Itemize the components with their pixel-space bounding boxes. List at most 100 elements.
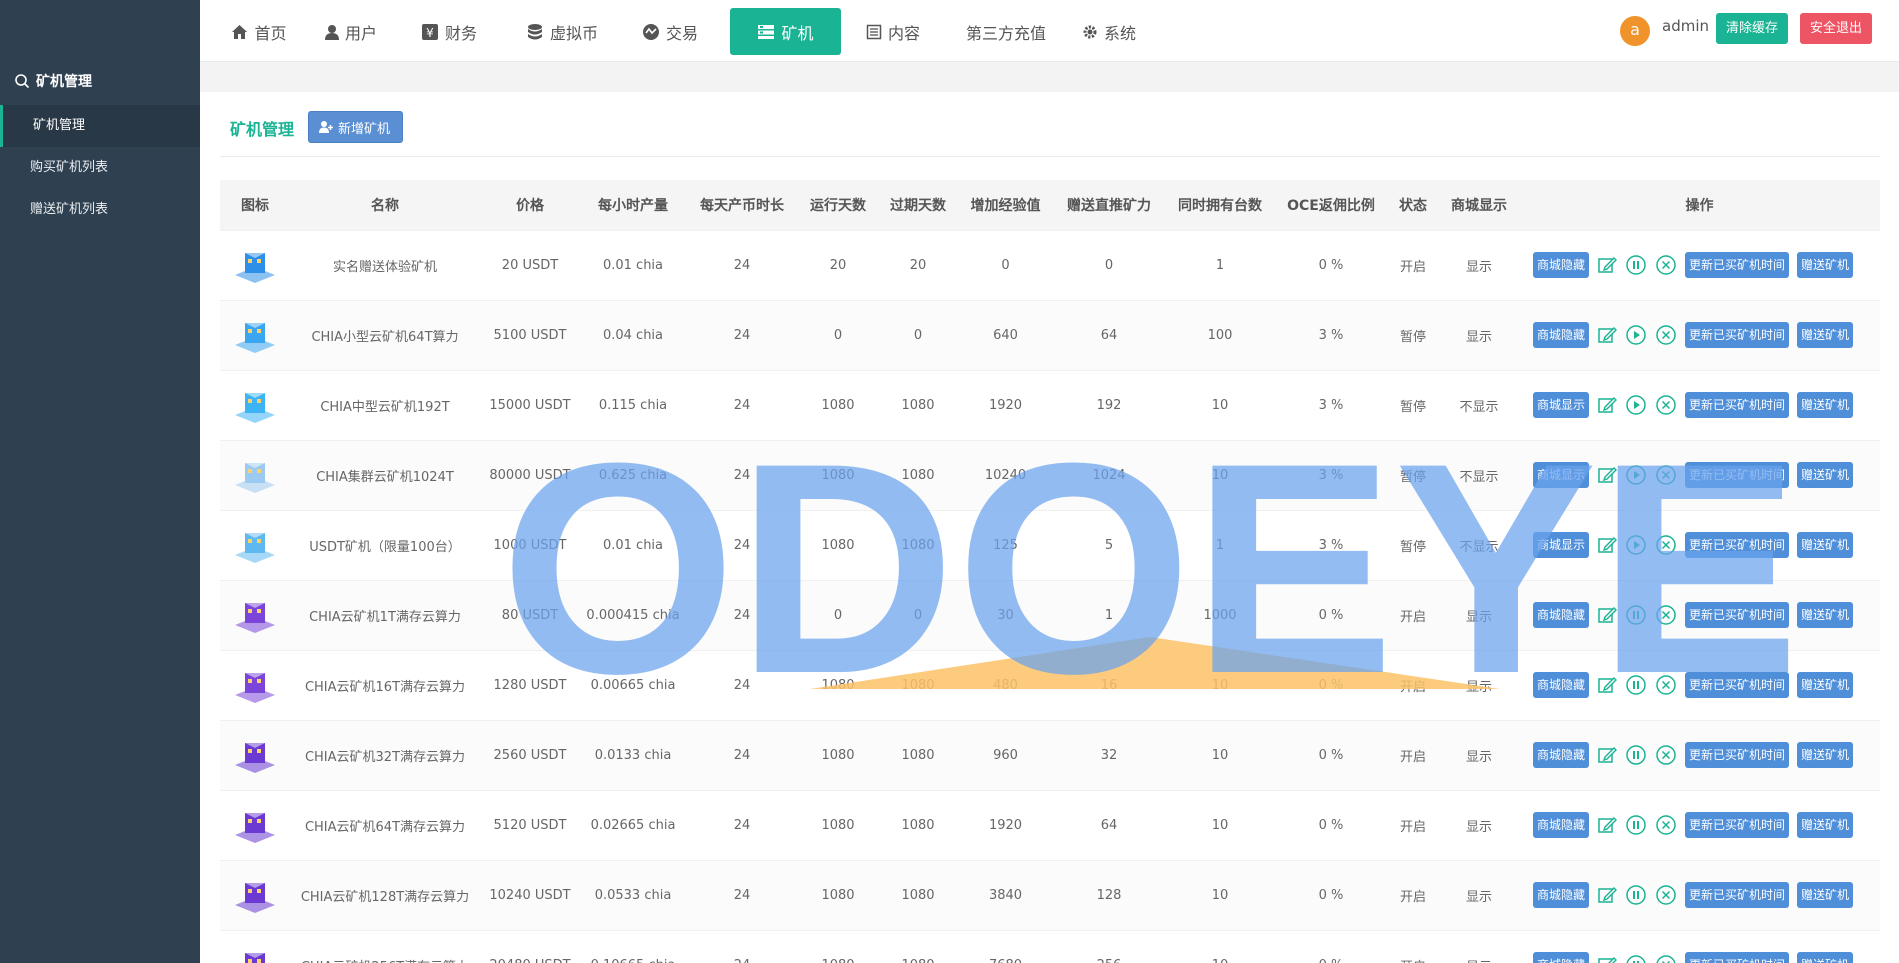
- gift-miner-button[interactable]: 赠送矿机: [1797, 322, 1854, 348]
- edit-icon[interactable]: [1597, 745, 1618, 765]
- update-time-button[interactable]: 更新已买矿机时间: [1685, 252, 1790, 278]
- shop-toggle-button[interactable]: 商城显示: [1533, 462, 1590, 488]
- update-time-button[interactable]: 更新已买矿机时间: [1685, 602, 1790, 628]
- edit-icon[interactable]: [1597, 465, 1618, 485]
- gift-miner-button[interactable]: 赠送矿机: [1797, 672, 1854, 698]
- update-time-button[interactable]: 更新已买矿机时间: [1685, 532, 1790, 558]
- delete-icon[interactable]: [1655, 534, 1677, 556]
- edit-icon[interactable]: [1597, 325, 1618, 345]
- update-time-button[interactable]: 更新已买矿机时间: [1685, 882, 1790, 908]
- logout-button[interactable]: 安全退出: [1800, 13, 1873, 44]
- nav-miner[interactable]: 矿机: [730, 8, 841, 55]
- update-time-button[interactable]: 更新已买矿机时间: [1685, 462, 1790, 488]
- edit-icon[interactable]: [1597, 255, 1618, 275]
- nav-finance[interactable]: ¥ 财务: [414, 8, 484, 55]
- shop-toggle-button[interactable]: 商城隐藏: [1533, 322, 1590, 348]
- nav-home[interactable]: 首页: [224, 8, 294, 55]
- pause-icon[interactable]: [1625, 884, 1647, 906]
- update-time-button[interactable]: 更新已买矿机时间: [1685, 742, 1790, 768]
- delete-icon[interactable]: [1655, 254, 1677, 276]
- sidebar-item-miner-manage[interactable]: 矿机管理: [0, 105, 200, 147]
- pause-icon[interactable]: [1625, 954, 1647, 963]
- delete-icon[interactable]: [1655, 464, 1677, 486]
- shop-toggle-button[interactable]: 商城隐藏: [1533, 812, 1590, 838]
- daily-hours: 24: [686, 439, 798, 510]
- delete-icon[interactable]: [1655, 674, 1677, 696]
- miner-icon-cell: [220, 859, 290, 930]
- nav-content[interactable]: 内容: [858, 8, 928, 55]
- gift-miner-button[interactable]: 赠送矿机: [1797, 602, 1854, 628]
- update-time-button[interactable]: 更新已买矿机时间: [1685, 672, 1790, 698]
- gift-power: 32: [1053, 719, 1165, 790]
- edit-icon[interactable]: [1597, 885, 1618, 905]
- max-own: 10: [1165, 789, 1275, 860]
- miner-name: CHIA云矿机64T满存云算力: [290, 789, 480, 860]
- shop-toggle-button[interactable]: 商城隐藏: [1533, 602, 1590, 628]
- edit-icon[interactable]: [1597, 675, 1618, 695]
- edit-icon[interactable]: [1597, 535, 1618, 555]
- delete-icon[interactable]: [1655, 884, 1677, 906]
- pause-icon[interactable]: [1625, 254, 1647, 276]
- update-time-button[interactable]: 更新已买矿机时间: [1685, 322, 1790, 348]
- delete-icon[interactable]: [1655, 604, 1677, 626]
- run-days: 1080: [798, 859, 878, 930]
- nav-system[interactable]: 系统: [1074, 8, 1144, 55]
- update-time-button[interactable]: 更新已买矿机时间: [1685, 952, 1790, 963]
- play-icon[interactable]: [1625, 324, 1647, 346]
- delete-icon[interactable]: [1655, 814, 1677, 836]
- run-days: 0: [798, 299, 878, 370]
- gift-miner-button[interactable]: 赠送矿机: [1797, 882, 1854, 908]
- shop-toggle-button[interactable]: 商城显示: [1533, 392, 1590, 418]
- play-icon[interactable]: [1625, 394, 1647, 416]
- gift-miner-button[interactable]: 赠送矿机: [1797, 742, 1854, 768]
- avatar[interactable]: a: [1620, 16, 1650, 46]
- nav-user[interactable]: 用户: [316, 8, 386, 55]
- clear-cache-button[interactable]: 清除缓存: [1716, 13, 1789, 44]
- pause-icon[interactable]: [1625, 744, 1647, 766]
- username[interactable]: admin: [1662, 17, 1709, 35]
- shop-toggle-button[interactable]: 商城隐藏: [1533, 742, 1590, 768]
- delete-icon[interactable]: [1655, 394, 1677, 416]
- sidebar-item-gifted-miners[interactable]: 赠送矿机列表: [0, 189, 200, 231]
- play-icon[interactable]: [1625, 464, 1647, 486]
- gift-miner-button[interactable]: 赠送矿机: [1797, 462, 1854, 488]
- update-time-button[interactable]: 更新已买矿机时间: [1685, 392, 1790, 418]
- nav-trade[interactable]: 交易: [635, 8, 705, 55]
- edit-icon[interactable]: [1597, 605, 1618, 625]
- home-icon: [232, 24, 248, 39]
- price: 5120 USDT: [480, 789, 580, 860]
- gift-miner-button[interactable]: 赠送矿机: [1797, 532, 1854, 558]
- operations: 商城显示 更新已买矿机时间 赠送矿机: [1519, 532, 1880, 558]
- shop-toggle-button[interactable]: 商城隐藏: [1533, 252, 1590, 278]
- update-time-button[interactable]: 更新已买矿机时间: [1685, 812, 1790, 838]
- pause-icon[interactable]: [1625, 674, 1647, 696]
- play-icon[interactable]: [1625, 534, 1647, 556]
- delete-icon[interactable]: [1655, 324, 1677, 346]
- operations: 商城显示 更新已买矿机时间 赠送矿机: [1519, 392, 1880, 418]
- shop-toggle-button[interactable]: 商城显示: [1533, 532, 1590, 558]
- shop-toggle-button[interactable]: 商城隐藏: [1533, 882, 1590, 908]
- edit-icon[interactable]: [1597, 395, 1618, 415]
- shop-toggle-button[interactable]: 商城隐藏: [1533, 672, 1590, 698]
- gift-miner-button[interactable]: 赠送矿机: [1797, 252, 1854, 278]
- edit-icon[interactable]: [1597, 955, 1618, 963]
- status: 暂停: [1387, 299, 1439, 370]
- add-miner-button[interactable]: 新增矿机: [308, 111, 404, 143]
- gift-miner-button[interactable]: 赠送矿机: [1797, 392, 1854, 418]
- nav-crypto[interactable]: 虚拟币: [520, 8, 604, 55]
- nav-third-party-recharge[interactable]: 第三方充值: [956, 8, 1056, 55]
- sidebar-item-purchased-miners[interactable]: 购买矿机列表: [0, 147, 200, 189]
- delete-icon[interactable]: [1655, 744, 1677, 766]
- pause-icon[interactable]: [1625, 604, 1647, 626]
- run-days: 1080: [798, 789, 878, 860]
- delete-icon[interactable]: [1655, 954, 1677, 963]
- edit-icon[interactable]: [1597, 815, 1618, 835]
- max-own: 10: [1165, 859, 1275, 930]
- gift-miner-button[interactable]: 赠送矿机: [1797, 812, 1854, 838]
- expire-days: 1080: [878, 929, 958, 963]
- add-miner-label: 新增矿机: [338, 121, 391, 137]
- exp-value: 0: [958, 229, 1053, 300]
- gift-miner-button[interactable]: 赠送矿机: [1797, 952, 1854, 963]
- shop-toggle-button[interactable]: 商城隐藏: [1533, 952, 1590, 963]
- pause-icon[interactable]: [1625, 814, 1647, 836]
